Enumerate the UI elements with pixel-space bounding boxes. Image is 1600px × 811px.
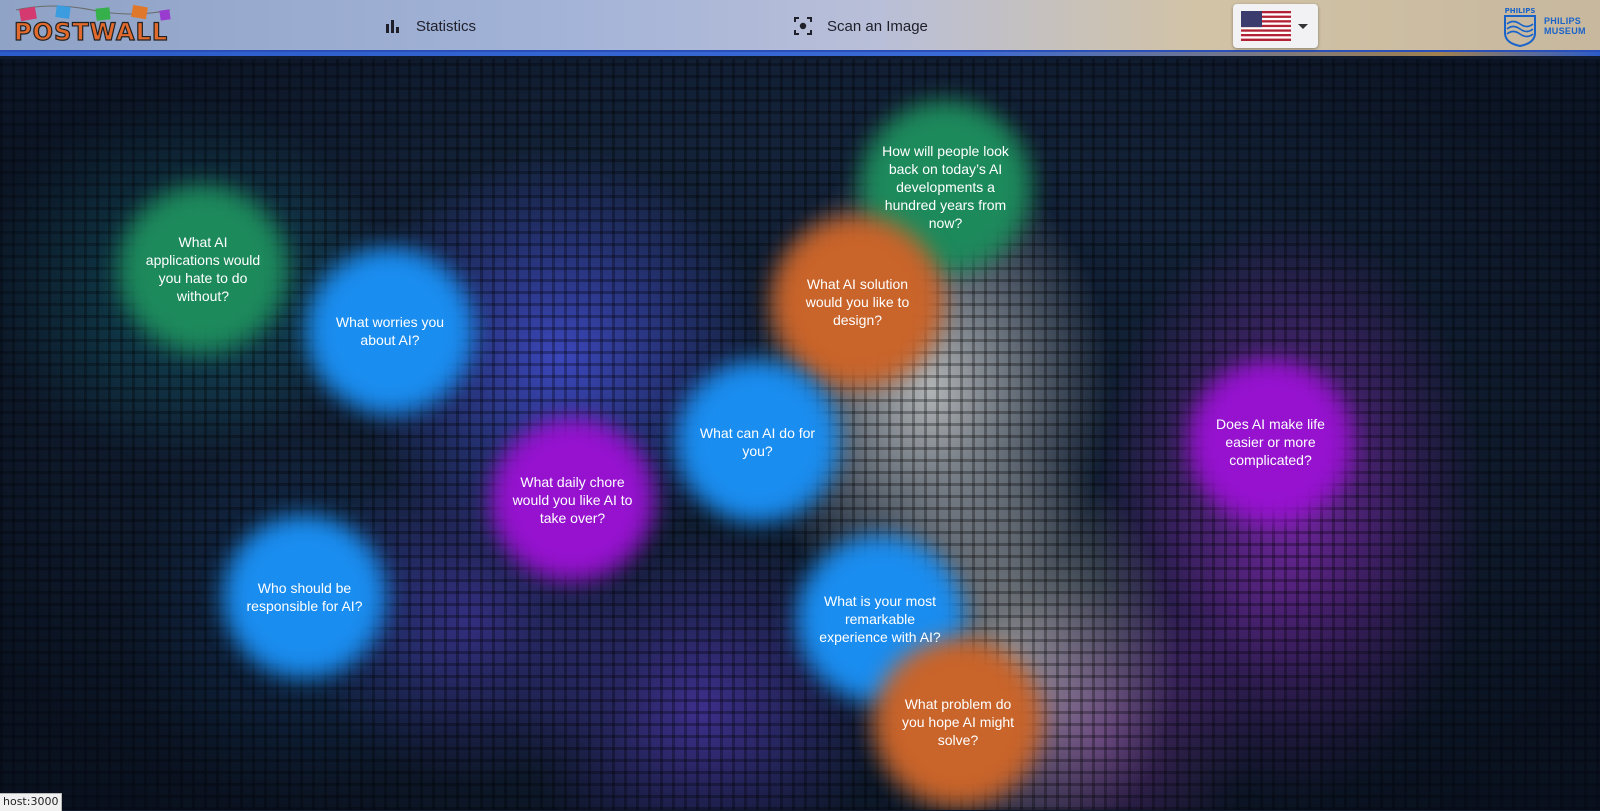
question-bubble[interactable]: What can AI do for you?	[669, 353, 846, 530]
question-text: What can AI do for you?	[699, 424, 816, 459]
question-bubble[interactable]: What worries you about AI?	[299, 240, 481, 422]
question-text: Who should be responsible for AI?	[246, 579, 363, 614]
question-text: What problem do you hope AI might solve?	[901, 696, 1015, 748]
question-text: How will people look back on today’s AI …	[882, 142, 1009, 231]
top-navbar: POSTWALL Statistics Scan an Image PHILIP…	[0, 0, 1600, 56]
question-text: Does AI make life easier or more complic…	[1216, 415, 1325, 468]
philips-museum-logo: PHILIPS PHILIPS MUSEUM	[1502, 4, 1594, 48]
us-flag-icon	[1241, 11, 1291, 41]
bar-chart-icon	[382, 16, 402, 36]
question-wall: What AI applications would you hate to d…	[0, 59, 1600, 810]
language-select[interactable]	[1233, 4, 1318, 48]
scan-label: Scan an Image	[827, 17, 928, 35]
museum-line1: PHILIPS	[1544, 16, 1582, 26]
question-bubble[interactable]: Who should be responsible for AI?	[216, 508, 393, 685]
question-bubble[interactable]: What problem do you hope AI might solve?	[867, 631, 1049, 810]
browser-status-bar: host:3000	[0, 793, 63, 811]
shield-wordmark: PHILIPS	[1505, 7, 1536, 15]
statistics-label: Statistics	[416, 17, 477, 35]
question-text: What is your most remarkable experience …	[819, 593, 941, 645]
question-bubble[interactable]: Does AI make life easier or more complic…	[1182, 353, 1359, 530]
question-bubble[interactable]: What daily chore would you like AI to ta…	[484, 411, 661, 588]
museum-line2: MUSEUM	[1544, 26, 1586, 36]
postwall-logo[interactable]: POSTWALL	[12, 4, 174, 44]
statistics-nav-button[interactable]: Statistics	[382, 14, 476, 38]
question-bubble[interactable]: What AI applications would you hate to d…	[112, 178, 294, 360]
question-text: What AI solution would you like to desig…	[805, 275, 910, 328]
chevron-down-icon	[1298, 24, 1308, 29]
scan-icon	[793, 16, 813, 36]
question-text: What daily chore would you like AI to ta…	[512, 473, 633, 526]
philips-shield-icon: PHILIPS	[1504, 7, 1536, 47]
question-text: What worries you about AI?	[335, 314, 445, 348]
question-text: What AI applications would you hate to d…	[145, 234, 261, 304]
logo-wordmark: POSTWALL	[14, 18, 168, 44]
scan-image-nav-button[interactable]: Scan an Image	[793, 14, 928, 38]
